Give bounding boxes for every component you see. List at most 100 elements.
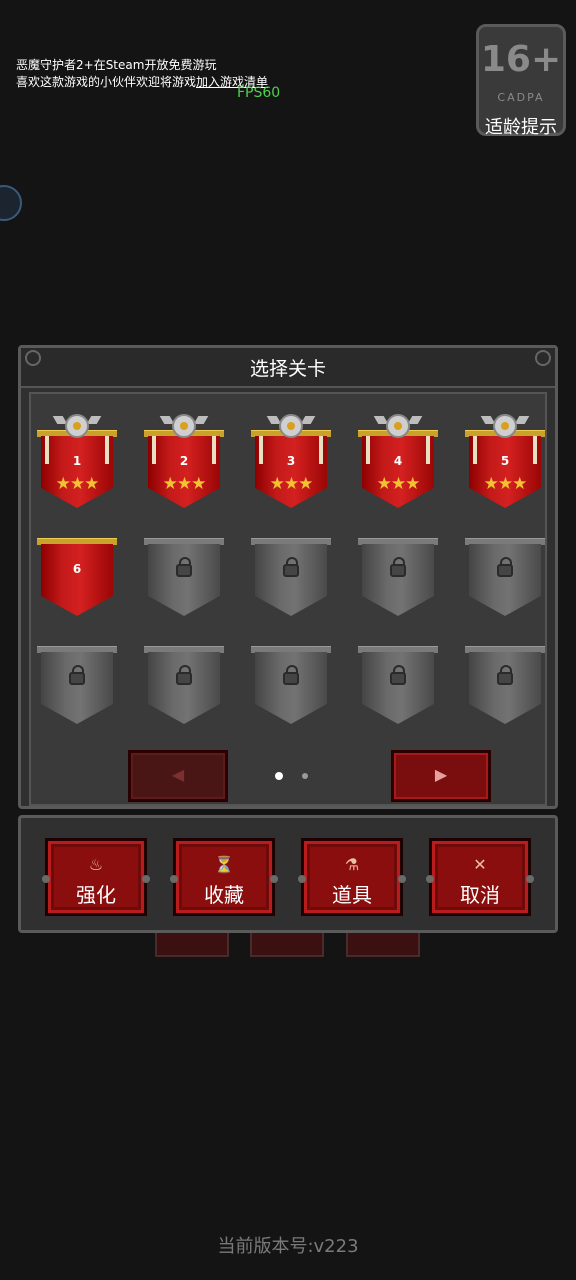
stage-number: 1 [72,454,82,468]
stage-banner-locked[interactable] [144,522,224,632]
player-badge-icon[interactable] [0,185,22,221]
rivet-icon [398,875,406,883]
rivet-icon [270,875,278,883]
rivet-icon [142,875,150,883]
lock-icon [283,665,299,685]
promo-line-1: 恶魔守护者2+在Steam开放免费游玩 [16,58,217,72]
stage-number: 6 [72,562,82,576]
arrow-left-icon: ◀ [171,765,185,784]
banner-cloth [41,436,113,508]
banner-cloth [362,652,434,724]
ornament-icon [535,350,551,366]
prev-page-button[interactable]: ◀ [128,750,228,802]
banner-cloth [362,544,434,616]
trophy-icon: ⏳ [214,855,234,874]
banner-cloth [255,436,327,508]
skull-emblem-icon [172,414,196,438]
banner-rod [358,538,438,545]
banner-cloth [41,652,113,724]
action-button-2[interactable]: ⚗ 道具 [298,838,406,916]
stage-banner-locked[interactable] [465,630,545,740]
banner-cloth [148,544,220,616]
banner-cloth [148,652,220,724]
action-label: 道具 [332,883,372,907]
skull-emblem-icon [493,414,517,438]
promo-line-2: 喜欢这款游戏的小伙伴欢迎将游戏加入游戏清单 [16,74,268,91]
panel-title-bar: 选择关卡 [21,348,555,388]
arrow-right-icon: ▶ [434,765,448,784]
stage-number: 4 [393,454,403,468]
banner-rod [358,646,438,653]
stage-stars: ★★★ [376,474,421,494]
stage-select-panel: 选择关卡 1 ★★★ 2 ★★★ 3 ★★★ 4 ★★★ 5 ★★★ 6 ◀ ▶ [18,345,558,809]
stage-banner-locked[interactable] [465,522,545,632]
action-button-3[interactable]: ✕ 取消 [426,838,534,916]
banner-rod [37,646,117,653]
version-label: 当前版本号:v223 [217,1236,359,1257]
stage-banner-locked[interactable] [251,630,331,740]
skull-emblem-icon [279,414,303,438]
stage-stars: ★★★ [55,474,100,494]
age-rating-org: CADPA [497,91,545,104]
stage-banner-locked[interactable] [358,522,438,632]
stage-banner-6[interactable]: 6 [37,522,117,632]
skull-emblem-icon [386,414,410,438]
background-tab [250,933,324,957]
banner-rod [251,646,331,653]
banner-rod [37,538,117,545]
horn-icon [514,416,530,424]
lock-icon [176,557,192,577]
lock-icon [390,665,406,685]
horn-icon [193,416,209,424]
stage-number: 5 [500,454,510,468]
horn-icon [86,416,102,424]
page-indicator-dot [275,772,283,780]
action-button-1[interactable]: ⏳ 收藏 [170,838,278,916]
stage-number: 2 [179,454,189,468]
stage-stars: ★★★ [269,474,314,494]
stage-banner-locked[interactable] [251,522,331,632]
rivet-icon [526,875,534,883]
enhance-icon: ♨ [88,855,104,874]
stage-banner-locked[interactable] [144,630,224,740]
age-rating-badge[interactable]: 16+ CADPA 适龄提示 [476,24,566,138]
stage-banner-4[interactable]: 4 ★★★ [358,414,438,524]
promo-text: 恶魔守护者2+在Steam开放免费游玩 喜欢这款游戏的小伙伴欢迎将游戏加入游戏清… [16,57,268,91]
stage-banner-locked[interactable] [358,630,438,740]
banner-cloth [41,544,113,616]
promo-line-2-text: 喜欢这款游戏的小伙伴欢迎将游戏 [16,75,197,89]
banner-cloth [362,436,434,508]
lock-icon [69,665,85,685]
potion-icon: ⚗ [344,855,360,874]
action-label: 取消 [460,883,500,907]
lock-icon [497,665,513,685]
stage-banner-2[interactable]: 2 ★★★ [144,414,224,524]
horn-icon [407,416,423,424]
banner-cloth [148,436,220,508]
panel-title: 选择关卡 [249,358,326,380]
stage-banner-1[interactable]: 1 ★★★ [37,414,117,524]
skull-emblem-icon [65,414,89,438]
page-indicator-dot [302,773,308,779]
action-panel: ♨ 强化 ⏳ 收藏 ⚗ 道具 ✕ 取消 [18,815,558,933]
action-button-0[interactable]: ♨ 强化 [42,838,150,916]
stage-banner-3[interactable]: 3 ★★★ [251,414,331,524]
background-tab [155,933,229,957]
horn-icon [300,416,316,424]
action-label: 收藏 [204,883,244,907]
banner-rod [144,646,224,653]
next-page-button[interactable]: ▶ [391,750,491,802]
banner-cloth [469,652,541,724]
stage-banner-locked[interactable] [37,630,117,740]
action-label: 强化 [76,883,116,907]
lock-icon [176,665,192,685]
banner-cloth [469,544,541,616]
fps-counter: FPS60 [237,85,281,101]
banner-cloth [255,544,327,616]
lock-icon [497,557,513,577]
stage-banner-5[interactable]: 5 ★★★ [465,414,545,524]
stage-stars: ★★★ [162,474,207,494]
lock-icon [390,557,406,577]
banner-rod [465,538,545,545]
stage-stars: ★★★ [483,474,528,494]
